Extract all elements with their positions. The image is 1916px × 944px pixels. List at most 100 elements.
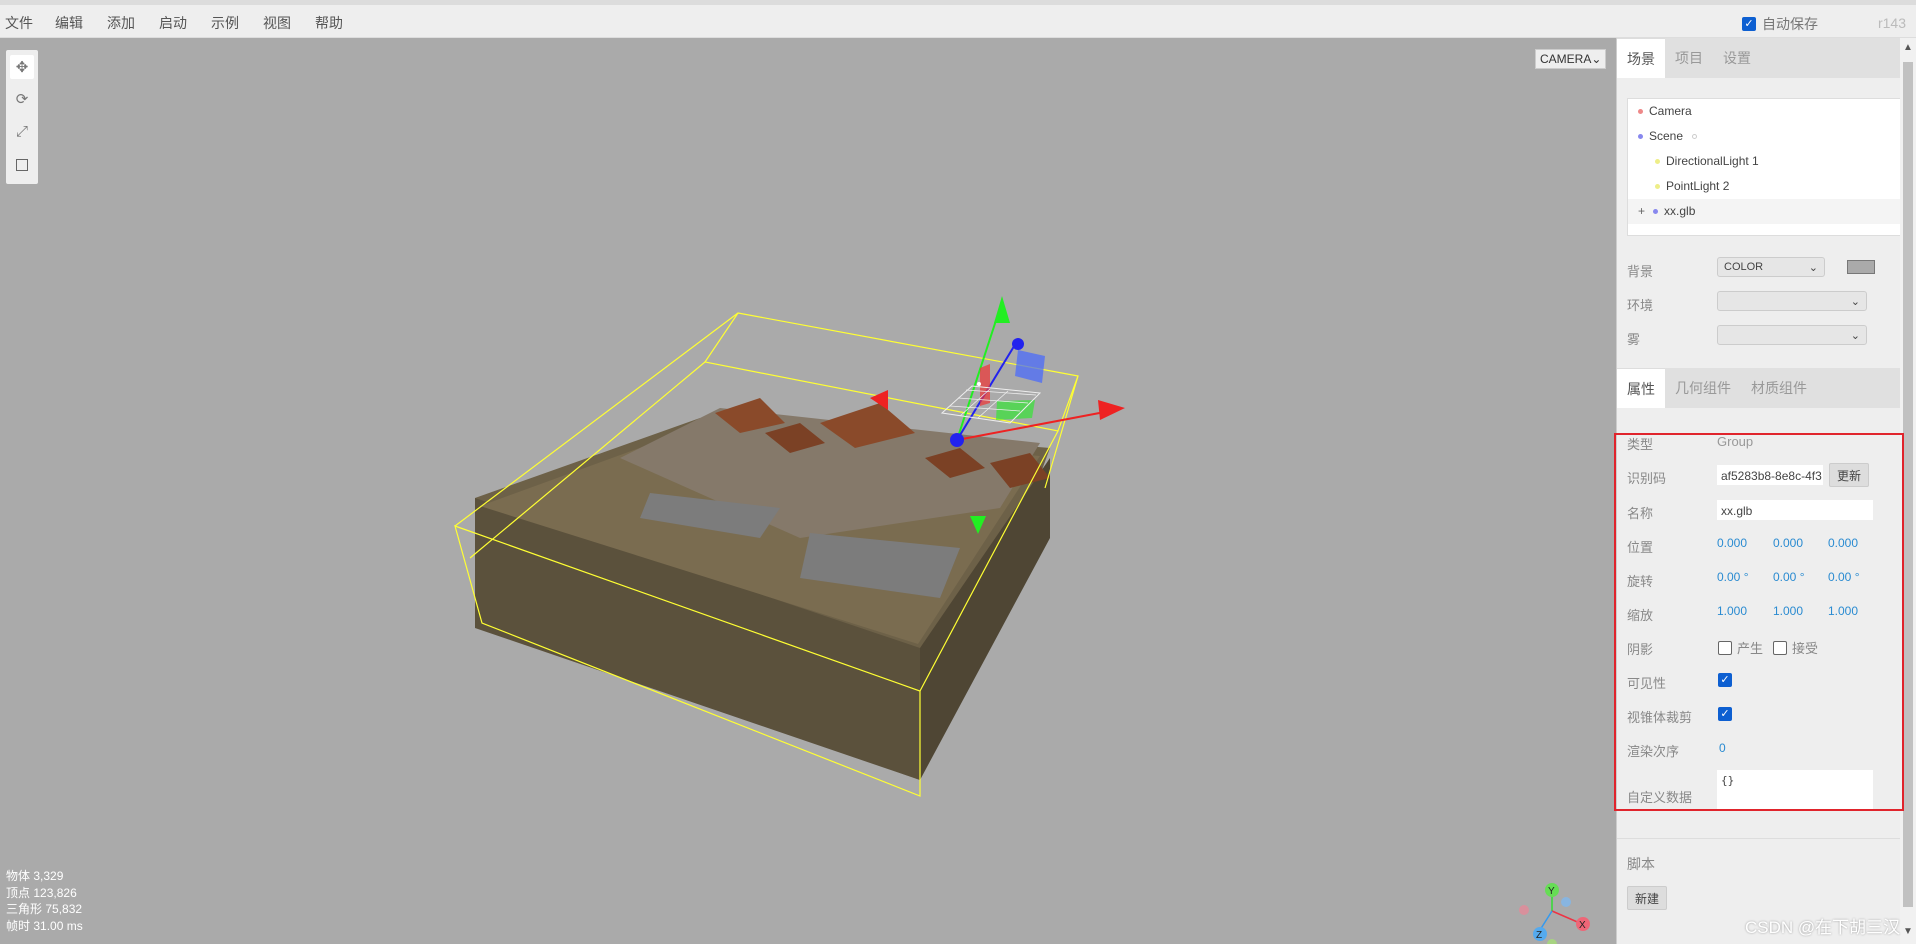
- visible-row: 可见性 ✓: [1627, 667, 1900, 693]
- outliner-item-label: xx.glb: [1664, 204, 1696, 218]
- tab-project[interactable]: 项目: [1665, 38, 1713, 78]
- script-label: 脚本: [1627, 856, 1655, 872]
- menu-edit[interactable]: 编辑: [55, 13, 83, 33]
- scale-y-input[interactable]: 1.000: [1773, 604, 1803, 618]
- outliner-item-label: Camera: [1649, 104, 1692, 118]
- scrollbar-thumb[interactable]: [1903, 62, 1913, 907]
- menu-play[interactable]: 启动: [159, 13, 187, 33]
- render-order-label: 渲染次序: [1627, 744, 1680, 759]
- object-dot-icon: [1638, 109, 1643, 115]
- vertices-value: 123,826: [33, 885, 77, 900]
- shadow-row: 阴影 产生 接受: [1627, 633, 1900, 659]
- position-y-input[interactable]: 0.000: [1773, 536, 1803, 550]
- cast-shadow-label: 产生: [1737, 641, 1764, 656]
- frustum-label: 视锥体裁剪: [1627, 710, 1693, 725]
- autosave-toggle[interactable]: ✓ 自动保存: [1742, 14, 1818, 34]
- triangles-label: 三角形: [6, 902, 43, 916]
- tab-material[interactable]: 材质组件: [1741, 368, 1817, 408]
- menu-add[interactable]: 添加: [107, 13, 135, 33]
- outliner-item-scene[interactable]: Scene: [1628, 124, 1900, 149]
- receive-shadow-checkbox[interactable]: [1773, 640, 1788, 655]
- tab-object[interactable]: 属性: [1617, 368, 1665, 408]
- transform-toolbar: ✥ ⟳ ⤢: [6, 50, 38, 184]
- axis-z-label: Z: [1536, 930, 1542, 941]
- outliner-item-camera[interactable]: Camera: [1628, 99, 1900, 124]
- type-row: 类型 Group: [1627, 428, 1900, 454]
- object-dot-icon: [1653, 209, 1659, 215]
- uuid-renew-button[interactable]: 更新: [1829, 463, 1869, 487]
- chevron-down-icon: ⌄: [1808, 261, 1818, 274]
- object-dot-icon: [1655, 184, 1660, 190]
- outliner-item-point-light[interactable]: PointLight 2: [1628, 174, 1900, 199]
- rotate-icon[interactable]: ⟳: [10, 87, 34, 111]
- rotation-x-input[interactable]: 0.00 °: [1717, 570, 1749, 584]
- local-space-icon[interactable]: [10, 153, 34, 177]
- uuid-label: 识别码: [1627, 471, 1667, 486]
- new-script-button[interactable]: 新建: [1627, 886, 1667, 910]
- environment-select[interactable]: ⌄: [1717, 291, 1867, 311]
- rotation-z-input[interactable]: 0.00 °: [1828, 570, 1860, 584]
- viewport-canvas[interactable]: Y X Z ✥ ⟳ ⤢ CAMERA ⌄ 物体 3,329 顶点 123,826…: [0, 38, 1616, 944]
- rotation-label: 旋转: [1627, 574, 1654, 589]
- position-row: 位置 0.000 0.000 0.000: [1627, 531, 1900, 557]
- userdata-textarea[interactable]: {}: [1717, 770, 1873, 810]
- scale-z-input[interactable]: 1.000: [1828, 604, 1858, 618]
- autosave-checkbox[interactable]: ✓: [1742, 17, 1756, 31]
- userdata-row: 自定义数据 {}: [1627, 769, 1900, 819]
- scene-marker-icon: [1692, 134, 1698, 140]
- outliner-item-label: Scene: [1649, 129, 1684, 143]
- main-tabs: 场景 项目 设置: [1617, 38, 1900, 78]
- background-row: 背景 COLOR ⌄: [1627, 255, 1900, 281]
- scroll-down-icon[interactable]: ▼: [1903, 926, 1913, 937]
- scene-render: Y X Z: [454, 296, 1590, 944]
- outliner-item-label: PointLight 2: [1666, 179, 1730, 193]
- sidebar-scrollbar[interactable]: ▲ ▼: [1900, 38, 1916, 944]
- menu-help[interactable]: 帮助: [315, 13, 343, 33]
- menu-file[interactable]: 文件: [5, 13, 33, 33]
- property-tabs: 属性 几何组件 材质组件: [1617, 368, 1900, 408]
- script-row: 脚本: [1627, 848, 1900, 874]
- tab-settings[interactable]: 设置: [1713, 38, 1761, 78]
- menu-examples[interactable]: 示例: [211, 13, 239, 33]
- watermark: CSDN @在下胡三汉: [1745, 918, 1901, 937]
- outliner-item-xx-glb[interactable]: + xx.glb: [1628, 199, 1900, 224]
- scale-row: 缩放 1.000 1.000 1.000: [1627, 599, 1900, 625]
- background-select[interactable]: COLOR ⌄: [1717, 257, 1825, 277]
- scale-x-input[interactable]: 1.000: [1717, 604, 1747, 618]
- position-x-input[interactable]: 0.000: [1717, 536, 1747, 550]
- frametime-value: 31.00 ms: [33, 918, 83, 933]
- chevron-down-icon: ⌄: [1591, 52, 1602, 66]
- uuid-input[interactable]: af5283b8-8e8c-4f3: [1717, 465, 1823, 485]
- scroll-up-icon[interactable]: ▲: [1903, 42, 1913, 53]
- scale-icon[interactable]: ⤢: [10, 119, 34, 143]
- menubar: 文件 编辑 添加 启动 示例 视图 帮助 ✓ 自动保存 r143: [0, 0, 1916, 38]
- background-select-value: COLOR: [1724, 261, 1764, 273]
- scene-outliner[interactable]: Camera Scene DirectionalLight 1 PointLig…: [1627, 98, 1900, 236]
- expand-icon[interactable]: +: [1638, 204, 1645, 218]
- rotation-y-input[interactable]: 0.00 °: [1773, 570, 1805, 584]
- environment-row: 环境 ⌄: [1627, 289, 1900, 315]
- type-value: Group: [1717, 434, 1754, 449]
- tab-geometry[interactable]: 几何组件: [1665, 368, 1741, 408]
- camera-select[interactable]: CAMERA ⌄: [1535, 49, 1606, 69]
- axis-y-label: Y: [1548, 886, 1555, 897]
- visible-checkbox[interactable]: ✓: [1718, 673, 1732, 687]
- objects-value: 3,329: [33, 869, 64, 883]
- cast-shadow-checkbox[interactable]: [1718, 640, 1732, 655]
- outliner-item-directional-light[interactable]: DirectionalLight 1: [1628, 149, 1900, 174]
- object-dot-icon: [1655, 159, 1660, 165]
- sidebar: 场景 项目 设置 Camera Scene DirectionalLight 1…: [1616, 38, 1900, 944]
- render-order-input[interactable]: 0: [1719, 741, 1726, 755]
- name-input[interactable]: xx.glb: [1717, 500, 1873, 520]
- fog-select[interactable]: ⌄: [1717, 325, 1867, 345]
- version-label: r143: [1877, 15, 1906, 31]
- position-z-input[interactable]: 0.000: [1828, 536, 1858, 550]
- background-color-swatch[interactable]: [1847, 260, 1875, 274]
- triangles-value: 75,832: [45, 902, 83, 916]
- scale-label: 缩放: [1627, 608, 1654, 623]
- menu-view[interactable]: 视图: [263, 13, 291, 33]
- fog-row: 雾 ⌄: [1627, 323, 1900, 349]
- tab-scene[interactable]: 场景: [1617, 38, 1665, 78]
- translate-icon[interactable]: ✥: [10, 55, 34, 79]
- frustum-checkbox[interactable]: ✓: [1718, 707, 1732, 721]
